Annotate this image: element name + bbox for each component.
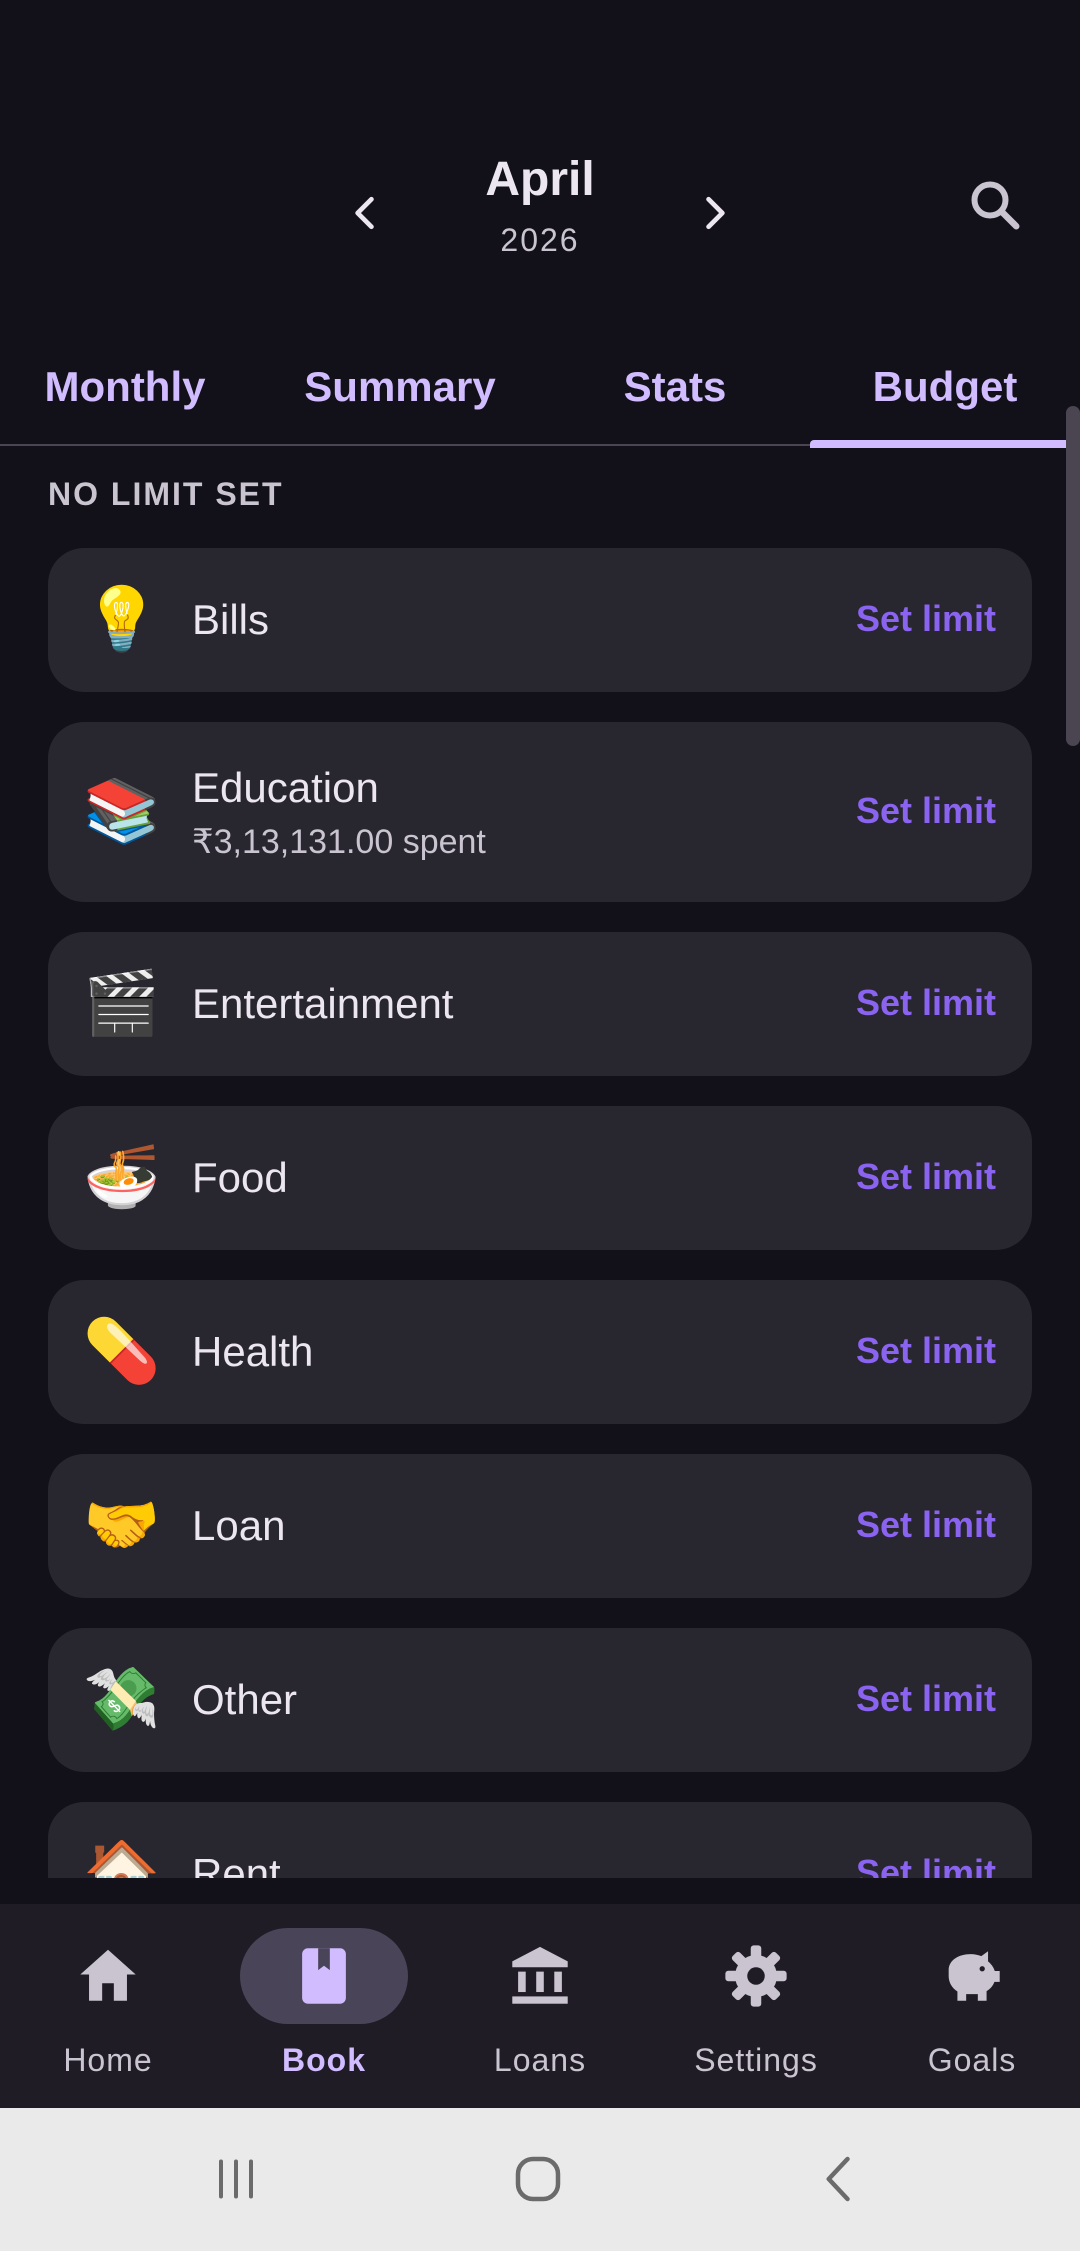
noodle-bowl-icon: 🍜	[83, 1143, 161, 1212]
set-limit-button[interactable]: Set limit	[856, 790, 996, 832]
clapperboard-icon: 🎬	[83, 969, 161, 1038]
handshake-icon: 🤝	[83, 1491, 161, 1560]
year-label: 2026	[500, 222, 580, 258]
category-name: Loan	[192, 1502, 286, 1549]
home-circle-icon	[515, 2156, 561, 2202]
previous-month-button[interactable]	[330, 178, 400, 248]
tab-stats[interactable]: Stats	[550, 330, 800, 444]
tab-monthly[interactable]: Monthly	[0, 330, 250, 444]
nav-label: Home	[63, 2042, 153, 2078]
month-label: April	[485, 153, 595, 206]
next-month-button[interactable]	[680, 178, 750, 248]
nav-label: Settings	[694, 2042, 818, 2078]
category-name: Bills	[192, 596, 270, 643]
money-wings-icon: 💸	[83, 1665, 161, 1734]
system-navigation-bar	[0, 2108, 1080, 2251]
category-name: Food	[192, 1154, 288, 1201]
search-icon	[971, 181, 1020, 230]
nav-item-goals[interactable]: Goals	[864, 1904, 1080, 2108]
category-card-education[interactable]: 📚 Education ₹3,13,131.00 spent Set limit	[48, 722, 1032, 902]
category-name: Entertainment	[192, 980, 454, 1027]
category-card-bills[interactable]: 💡 Bills Set limit	[48, 548, 1032, 692]
chevron-right-icon	[706, 196, 725, 230]
nav-item-loans[interactable]: Loans	[432, 1904, 648, 2108]
category-spent: ₹3,13,131.00 spent	[192, 823, 486, 861]
nav-label: Book	[282, 2042, 366, 2078]
section-title: NO LIMIT SET	[48, 476, 284, 512]
gear-icon	[725, 1945, 787, 2007]
books-icon: 📚	[83, 777, 161, 846]
tab-bar: Monthly Summary Stats Budget	[0, 330, 1080, 448]
chevron-left-icon	[355, 196, 374, 230]
set-limit-button[interactable]: Set limit	[856, 1678, 996, 1720]
nav-label: Goals	[927, 2042, 1017, 2078]
back-icon	[826, 2156, 850, 2202]
category-card-food[interactable]: 🍜 Food Set limit	[48, 1106, 1032, 1250]
set-limit-button[interactable]: Set limit	[856, 982, 996, 1024]
category-name: Health	[192, 1328, 314, 1375]
recent-apps-button[interactable]	[196, 2144, 276, 2214]
category-name: Education	[192, 764, 379, 811]
back-system-button[interactable]	[800, 2144, 880, 2214]
category-card-rent[interactable]: 🏠 Rent Set limit	[48, 1802, 1032, 1878]
category-card-entertainment[interactable]: 🎬 Entertainment Set limit	[48, 932, 1032, 1076]
nav-label: Loans	[493, 2042, 587, 2078]
book-icon	[302, 1948, 346, 2004]
piggy-bank-icon	[948, 1951, 1000, 2001]
budget-list: NO LIMIT SET 💡 Bills Set limit 📚 Educati…	[0, 446, 1080, 1878]
bottom-navigation: Home Book Loans Settings Goals	[0, 1904, 1080, 2108]
search-button[interactable]	[955, 165, 1035, 245]
lightbulb-icon: 💡	[83, 585, 161, 654]
app-header: April 2026	[0, 0, 1080, 310]
set-limit-button[interactable]: Set limit	[856, 1852, 996, 1878]
tab-summary[interactable]: Summary	[250, 330, 550, 444]
category-card-other[interactable]: 💸 Other Set limit	[48, 1628, 1032, 1772]
recent-apps-icon	[219, 2159, 253, 2199]
tab-budget[interactable]: Budget	[810, 330, 1080, 444]
set-limit-button[interactable]: Set limit	[856, 1330, 996, 1372]
house-icon: 🏠	[83, 1839, 161, 1879]
category-name: Other	[192, 1676, 298, 1723]
month-navigator: April 2026	[330, 150, 750, 270]
nav-item-settings[interactable]: Settings	[648, 1904, 864, 2108]
nav-item-home[interactable]: Home	[0, 1904, 216, 2108]
home-icon	[80, 1949, 136, 2001]
nav-item-book[interactable]: Book	[216, 1904, 432, 2108]
set-limit-button[interactable]: Set limit	[856, 1504, 996, 1546]
category-card-loan[interactable]: 🤝 Loan Set limit	[48, 1454, 1032, 1598]
home-system-button[interactable]	[498, 2144, 578, 2214]
category-name: Rent	[192, 1850, 281, 1878]
category-card-health[interactable]: 💊 Health Set limit	[48, 1280, 1032, 1424]
pill-icon: 💊	[83, 1317, 161, 1386]
set-limit-button[interactable]: Set limit	[856, 1156, 996, 1198]
bank-icon	[512, 1946, 568, 2004]
set-limit-button[interactable]: Set limit	[856, 598, 996, 640]
